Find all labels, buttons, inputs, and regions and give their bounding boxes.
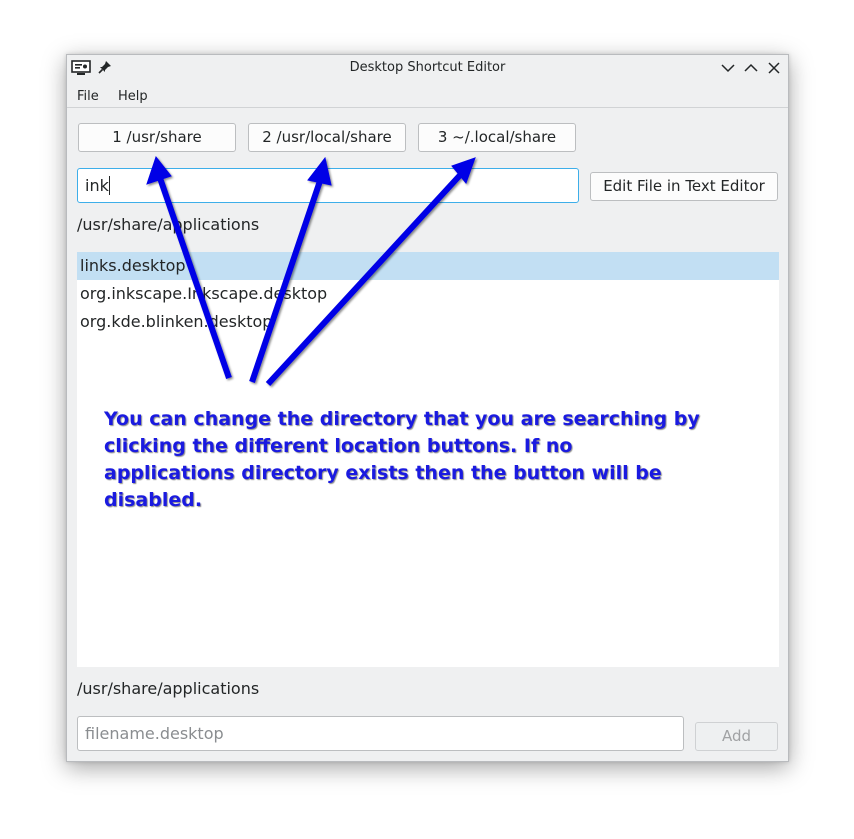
edit-in-text-editor-button[interactable]: Edit File in Text Editor <box>590 172 778 201</box>
chevron-up-icon[interactable] <box>741 59 761 77</box>
list-item[interactable]: links.desktop <box>77 252 779 280</box>
list-item[interactable]: org.kde.blinken.desktop <box>77 308 779 336</box>
menu-help[interactable]: Help <box>118 89 148 104</box>
new-file-directory-label: /usr/share/applications <box>77 679 260 698</box>
close-icon[interactable] <box>764 59 784 77</box>
chevron-down-icon[interactable] <box>718 59 738 77</box>
search-input-value: ink <box>85 176 109 195</box>
add-button[interactable]: Add <box>695 722 778 751</box>
location-button-usr-share[interactable]: 1 /usr/share <box>78 123 236 152</box>
search-input[interactable]: ink <box>77 168 579 203</box>
filename-input[interactable]: filename.desktop <box>77 716 684 751</box>
location-button-local-share[interactable]: 3 ~/.local/share <box>418 123 576 152</box>
text-caret <box>108 176 110 195</box>
menu-file[interactable]: File <box>77 89 99 104</box>
title-bar: Desktop Shortcut Editor <box>67 55 788 82</box>
location-button-usr-local-share[interactable]: 2 /usr/local/share <box>248 123 406 152</box>
filename-placeholder: filename.desktop <box>85 724 224 743</box>
list-item[interactable]: org.inkscape.Inkscape.desktop <box>77 280 779 308</box>
annotation-text: You can change the directory that you ar… <box>104 408 700 511</box>
current-directory-label: /usr/share/applications <box>77 215 260 234</box>
window-title: Desktop Shortcut Editor <box>349 60 506 75</box>
menu-bar: File Help <box>67 84 788 108</box>
